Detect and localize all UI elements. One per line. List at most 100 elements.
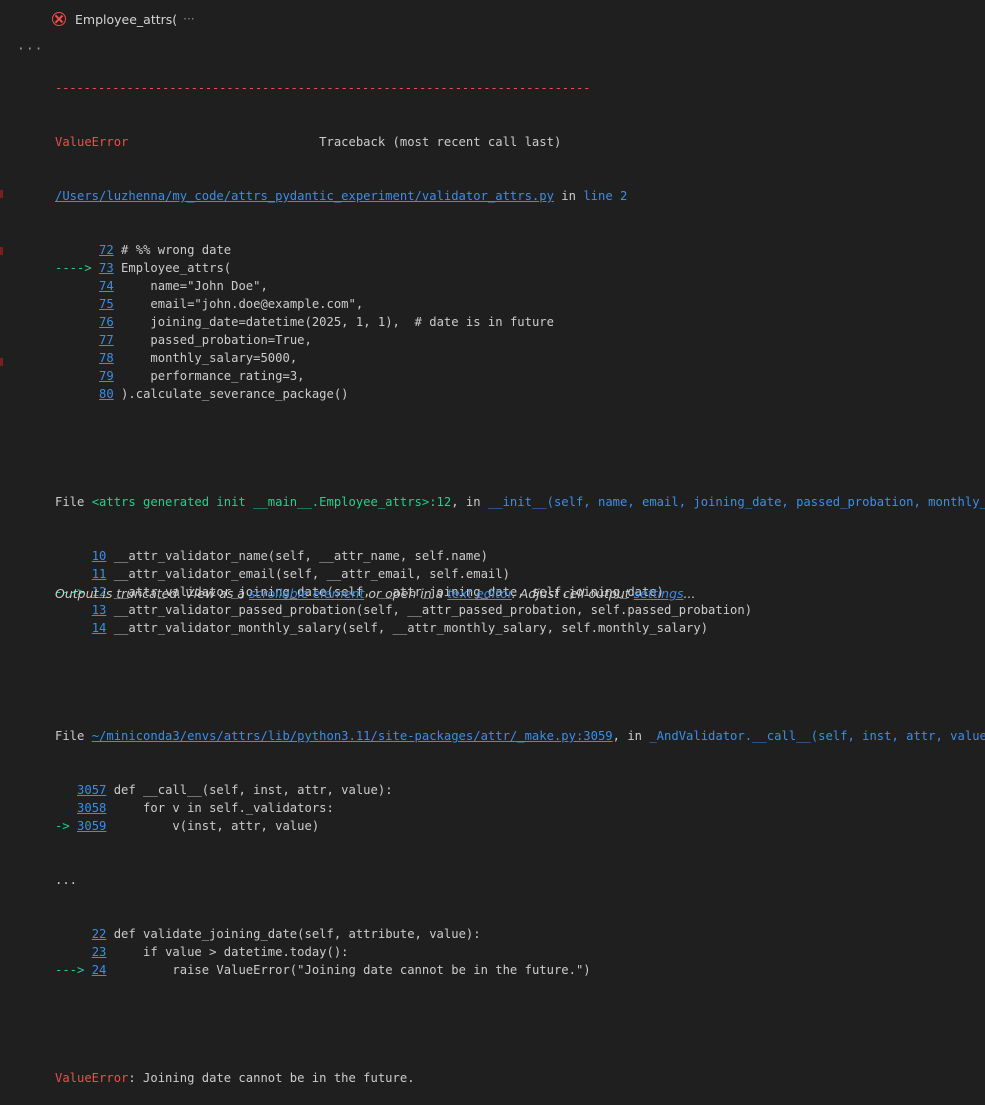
text-editor-link[interactable]: text editor	[447, 586, 512, 601]
frame-arrow	[55, 243, 99, 257]
truncation-notice: Output is truncated. View as a scrollabl…	[55, 586, 696, 601]
code-text: __attr_validator_monthly_salary(self, __…	[106, 621, 709, 635]
line-number-link[interactable]: 3058	[77, 801, 106, 815]
line-number-link[interactable]: 78	[99, 351, 114, 365]
code-text: passed_probation=True,	[113, 333, 312, 347]
cell-more-actions-icon[interactable]: ···	[17, 42, 43, 57]
frame-arrow	[55, 945, 92, 959]
error-circle-icon	[52, 12, 66, 26]
code-line: 78 monthly_salary=5000,	[55, 349, 985, 367]
frame-arrow	[55, 927, 92, 941]
line-number-link[interactable]: 10	[92, 549, 107, 563]
code-text: Employee_attrs(	[113, 261, 232, 275]
settings-link[interactable]: settings	[634, 586, 684, 601]
file-link-validator-attrs[interactable]: /Users/luzhenna/my_code/attrs_pydantic_e…	[55, 189, 554, 203]
frame-arrow	[55, 783, 77, 797]
validator-signature: _AndValidator.__call__(self, inst, attr,…	[649, 729, 985, 743]
line-number-link[interactable]: 72	[99, 243, 114, 257]
file-line-2: File <attrs generated init __main__.Empl…	[55, 493, 985, 511]
line-number-link[interactable]: 79	[99, 369, 114, 383]
code-line: 80 ).calculate_severance_package()	[55, 385, 985, 403]
file-line-3: File ~/miniconda3/envs/attrs/lib/python3…	[55, 727, 985, 745]
final-error-line: ValueError: Joining date cannot be in th…	[55, 1069, 985, 1087]
code-line: 72 # %% wrong date	[55, 241, 985, 259]
line-number-link[interactable]: 74	[99, 279, 114, 293]
code-text: joining_date=datetime(2025, 1, 1), # dat…	[113, 315, 554, 329]
code-text: v(inst, attr, value)	[106, 819, 320, 833]
header-more-icon[interactable]: ···	[183, 12, 194, 26]
line-number-link[interactable]: 77	[99, 333, 114, 347]
line-number-link[interactable]: 13	[92, 603, 107, 617]
frame-arrow	[55, 351, 99, 365]
code-text: def validate_joining_date(self, attribut…	[106, 927, 481, 941]
code-line: ----> 73 Employee_attrs(	[55, 259, 985, 277]
line-number-link[interactable]: 75	[99, 297, 114, 311]
line-number-link[interactable]: 23	[92, 945, 107, 959]
code-text: def __call__(self, inst, attr, value):	[106, 783, 393, 797]
code-line: 13 __attr_validator_passed_probation(sel…	[55, 601, 985, 619]
code-text: for v in self._validators:	[106, 801, 334, 815]
code-line: 74 name="John Doe",	[55, 277, 985, 295]
traceback-header: Traceback (most recent call last)	[128, 135, 562, 149]
error-type: ValueError	[55, 135, 129, 149]
code-line: 75 email="john.doe@example.com",	[55, 295, 985, 313]
traceback-separator: ----------------------------------------…	[55, 81, 591, 95]
code-line: 10 __attr_validator_name(self, __attr_na…	[55, 547, 985, 565]
output-header: Employee_attrs( ···	[46, 0, 985, 38]
frame-arrow: ---->	[55, 261, 100, 275]
line-number-link[interactable]: 73	[99, 261, 114, 275]
code-text: raise ValueError("Joining date cannot be…	[106, 963, 591, 977]
code-line: 22 def validate_joining_date(self, attri…	[55, 925, 985, 943]
code-line: -> 3059 v(inst, attr, value)	[55, 817, 985, 835]
gutter-error-marker	[0, 358, 3, 366]
line-number-link[interactable]: 24	[92, 963, 107, 977]
line-number-link[interactable]: 76	[99, 315, 114, 329]
final-error-message: : Joining date cannot be in the future.	[128, 1071, 415, 1085]
frame-arrow	[55, 333, 99, 347]
init-signature: __init__(self, name, email, joining_date…	[487, 495, 985, 509]
code-text: monthly_salary=5000,	[113, 351, 298, 365]
output-title: Employee_attrs(	[75, 11, 178, 27]
line-number-link[interactable]: 14	[92, 621, 107, 635]
line-number-link[interactable]: 3059	[77, 819, 106, 833]
frame-arrow	[55, 297, 99, 311]
code-text: if value > datetime.today():	[106, 945, 349, 959]
code-line: 77 passed_probation=True,	[55, 331, 985, 349]
frame-arrow	[55, 549, 92, 563]
ellipsis-line: ...	[55, 873, 78, 887]
code-text: # %% wrong date	[113, 243, 232, 257]
frame-arrow	[55, 801, 77, 815]
code-text: email="john.doe@example.com",	[113, 297, 364, 311]
line-number-link[interactable]: 3057	[77, 783, 106, 797]
scrollable-element-link[interactable]: scrollable element	[249, 586, 364, 601]
code-text: __attr_validator_name(self, __attr_name,…	[106, 549, 488, 563]
frame-arrow	[55, 279, 99, 293]
line-location-link[interactable]: line 2	[583, 189, 627, 203]
line-number-link[interactable]: 80	[99, 387, 114, 401]
traceback-output: ----------------------------------------…	[55, 43, 985, 1105]
code-line: 11 __attr_validator_email(self, __attr_e…	[55, 565, 985, 583]
code-line: 3057 def __call__(self, inst, attr, valu…	[55, 781, 985, 799]
file-line-1: /Users/luzhenna/my_code/attrs_pydantic_e…	[55, 189, 628, 203]
code-text: performance_rating=3,	[113, 369, 305, 383]
frame-arrow: --->	[55, 963, 92, 977]
frame-arrow	[55, 315, 99, 329]
code-line: 76 joining_date=datetime(2025, 1, 1), # …	[55, 313, 985, 331]
attrs-init-location: <attrs generated init __main__.Employee_…	[91, 495, 452, 509]
code-line: ---> 24 raise ValueError("Joining date c…	[55, 961, 985, 979]
frame-arrow	[55, 567, 92, 581]
frame-arrow	[55, 603, 92, 617]
code-line: 79 performance_rating=3,	[55, 367, 985, 385]
gutter-error-marker	[0, 190, 3, 198]
frame-arrow: ->	[55, 819, 78, 833]
gutter-error-marker	[0, 247, 3, 255]
frame-arrow	[55, 387, 99, 401]
code-line: 14 __attr_validator_monthly_salary(self,…	[55, 619, 985, 637]
file-link-make-py[interactable]: ~/miniconda3/envs/attrs/lib/python3.11/s…	[92, 729, 613, 743]
line-number-link[interactable]: 11	[92, 567, 107, 581]
frame-arrow	[55, 621, 92, 635]
code-text: __attr_validator_passed_probation(self, …	[106, 603, 753, 617]
line-number-link[interactable]: 22	[92, 927, 107, 941]
final-error-type: ValueError	[55, 1071, 129, 1085]
cell-gutter: ···	[0, 0, 46, 616]
